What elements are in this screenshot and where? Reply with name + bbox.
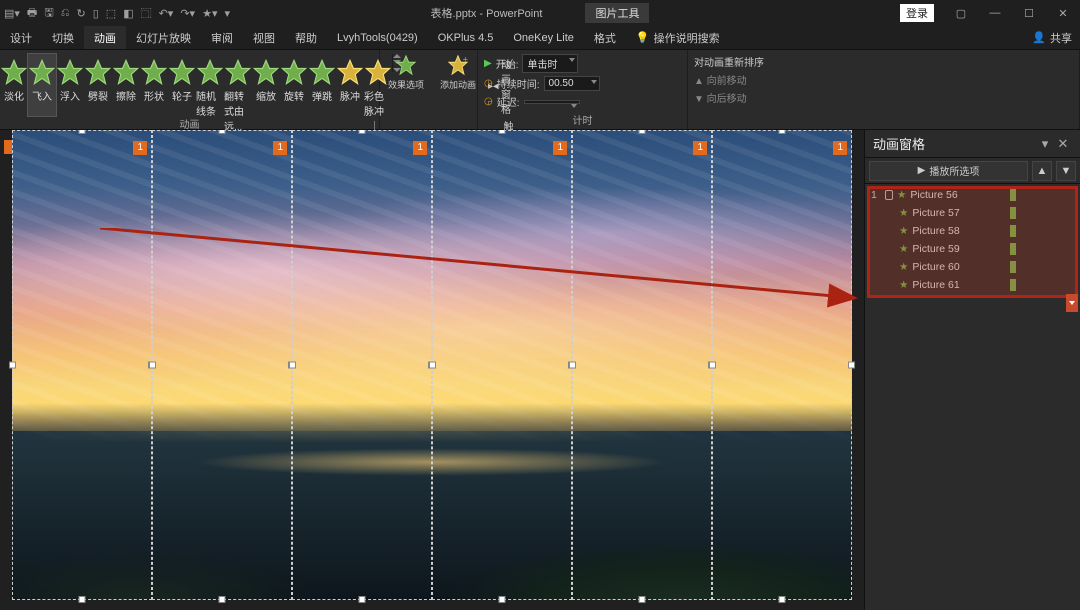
- animation-item[interactable]: ★Picture 58: [869, 222, 1076, 240]
- animation-effect-擦除[interactable]: 擦除: [112, 54, 140, 116]
- move-later-button[interactable]: ▼ 向后移动: [694, 90, 1073, 105]
- tab-切换[interactable]: 切换: [42, 26, 84, 49]
- qat-icon[interactable]: ↶▾: [159, 7, 174, 20]
- animation-effect-翻转式由远...[interactable]: 翻转式由远...: [224, 54, 252, 116]
- share-button[interactable]: 共享: [1050, 30, 1072, 46]
- ribbon-tabs: 设计切换动画幻灯片放映审阅视图帮助LvyhTools(0429)OKPlus 4…: [0, 26, 1080, 50]
- animation-effect-脉冲[interactable]: 脉冲: [336, 54, 364, 116]
- pane-close-icon[interactable]: ✕: [1054, 136, 1072, 152]
- star-icon: ★: [899, 243, 908, 255]
- move-up-button[interactable]: ▲: [1032, 161, 1052, 181]
- lightbulb-icon: 💡: [636, 31, 650, 44]
- workspace: 111111 动画窗格 ▾ ✕ ▶ 播放所选项 ▲ ▼ 1★Picture 56…: [0, 130, 1080, 610]
- animation-item[interactable]: 1★Picture 56: [869, 186, 1076, 204]
- star-icon: ★: [899, 261, 908, 273]
- delay-icon: ◶: [484, 96, 493, 107]
- minimize-icon[interactable]: —: [978, 0, 1012, 26]
- login-button[interactable]: 登录: [900, 4, 934, 22]
- svg-text:+: +: [463, 54, 468, 64]
- pane-options-icon[interactable]: ▾: [1036, 136, 1054, 152]
- qat-icon[interactable]: ▤▾: [4, 7, 20, 20]
- qat-icon[interactable]: ★▾: [202, 7, 217, 20]
- clock-icon: ◷: [484, 78, 493, 89]
- title-bar: ▤▾ 🖶 🖫 ⎌ ↻ ▯ ⬚ ◧ ⿹ ↶▾ ↷▾ ★▾ ▾ 表格.pptx - …: [0, 0, 1080, 26]
- animation-effect-飞入[interactable]: 飞入: [28, 54, 56, 116]
- ribbon-display-options-icon[interactable]: ▢: [944, 0, 978, 26]
- delay-label: 延迟:: [497, 94, 520, 109]
- star-icon: ★: [897, 189, 906, 201]
- contextual-tab-label: 图片工具: [585, 3, 649, 23]
- animation-item[interactable]: ★Picture 60: [869, 258, 1076, 276]
- on-click-icon: [885, 190, 893, 200]
- animation-effect-轮子[interactable]: 轮子: [168, 54, 196, 116]
- animation-effect-旋转[interactable]: 旋转: [280, 54, 308, 116]
- start-dropdown[interactable]: 单击时: [522, 54, 578, 73]
- animation-item[interactable]: ★Picture 61: [869, 276, 1076, 294]
- slide-canvas[interactable]: 111111: [0, 130, 864, 610]
- reorder-label: 对动画重新排序: [694, 54, 1073, 69]
- animation-effect-淡化[interactable]: 淡化: [0, 54, 28, 116]
- animation-list[interactable]: 1★Picture 56★Picture 57★Picture 58★Pictu…: [865, 184, 1080, 610]
- tab-OKPlus 4.5[interactable]: OKPlus 4.5: [428, 26, 504, 49]
- duration-input[interactable]: 00.50: [544, 76, 600, 91]
- star-icon: ★: [899, 279, 908, 291]
- group-label-timing: 计时: [484, 112, 681, 129]
- qat-icon[interactable]: 🖶: [27, 4, 37, 23]
- tellme-search[interactable]: 💡 操作说明搜索: [626, 26, 730, 49]
- qat-icon[interactable]: ⎌: [61, 7, 70, 20]
- animation-item[interactable]: ★Picture 59: [869, 240, 1076, 258]
- tab-动画[interactable]: 动画: [84, 26, 126, 49]
- play-icon: ▶: [484, 58, 492, 69]
- tab-OneKey Lite[interactable]: OneKey Lite: [503, 26, 584, 49]
- start-label: 开始:: [496, 56, 519, 71]
- share-icon: 👤: [1032, 31, 1046, 44]
- animation-effect-浮入[interactable]: 浮入: [56, 54, 84, 116]
- animation-effect-弹跳[interactable]: 弹跳: [308, 54, 336, 116]
- slide[interactable]: 111111: [12, 130, 852, 600]
- qat-icon[interactable]: ▾: [224, 7, 230, 20]
- ribbon: 淡化飞入浮入劈裂擦除形状轮子随机线条翻转式由远...缩放旋转弹跳脉冲彩色脉冲 动…: [0, 50, 1080, 130]
- animation-pane: 动画窗格 ▾ ✕ ▶ 播放所选项 ▲ ▼ 1★Picture 56★Pictur…: [864, 130, 1080, 610]
- qat-icon[interactable]: ⿹: [141, 5, 152, 21]
- animation-effect-缩放[interactable]: 缩放: [252, 54, 280, 116]
- qat-icon[interactable]: ▯: [93, 7, 99, 20]
- animation-item[interactable]: ★Picture 57: [869, 204, 1076, 222]
- star-icon: ★: [899, 207, 908, 219]
- animation-effect-形状[interactable]: 形状: [140, 54, 168, 116]
- close-icon[interactable]: ✕: [1046, 0, 1080, 26]
- star-icon: ★: [899, 225, 908, 237]
- qat-icon[interactable]: ↷▾: [180, 7, 195, 20]
- duration-label: 持续时间:: [497, 76, 540, 91]
- tab-设计[interactable]: 设计: [0, 26, 42, 49]
- maximize-icon[interactable]: ☐: [1012, 0, 1046, 26]
- move-down-button[interactable]: ▼: [1056, 161, 1076, 181]
- tab-格式[interactable]: 格式: [584, 26, 626, 49]
- quick-access-toolbar: ▤▾ 🖶 🖫 ⎌ ↻ ▯ ⬚ ◧ ⿹ ↶▾ ↷▾ ★▾ ▾: [0, 4, 230, 23]
- animation-gallery[interactable]: 淡化飞入浮入劈裂擦除形状轮子随机线条翻转式由远...缩放旋转弹跳脉冲彩色脉冲: [0, 50, 379, 116]
- tab-LvyhTools(0429)[interactable]: LvyhTools(0429): [327, 26, 428, 49]
- animation-order-tag[interactable]: [4, 140, 12, 154]
- item-menu-icon[interactable]: [1066, 294, 1078, 312]
- play-selected-button[interactable]: ▶ 播放所选项: [869, 161, 1028, 181]
- qat-icon[interactable]: ◧: [123, 7, 133, 20]
- qat-icon[interactable]: ↻: [77, 7, 86, 20]
- tab-视图[interactable]: 视图: [243, 26, 285, 49]
- qat-icon[interactable]: ⬚: [106, 7, 116, 20]
- move-earlier-button[interactable]: ▲ 向前移动: [694, 72, 1073, 87]
- qat-icon[interactable]: 🖫: [44, 4, 53, 23]
- delay-input[interactable]: [524, 100, 580, 104]
- add-animation-button[interactable]: + 添加动画: [436, 54, 480, 91]
- animation-effect-随机线条[interactable]: 随机线条: [196, 54, 224, 116]
- tab-幻灯片放映[interactable]: 幻灯片放映: [126, 26, 201, 49]
- animation-pane-title: 动画窗格: [873, 134, 925, 153]
- tab-审阅[interactable]: 审阅: [201, 26, 243, 49]
- animation-effect-劈裂[interactable]: 劈裂: [84, 54, 112, 116]
- tab-帮助[interactable]: 帮助: [285, 26, 327, 49]
